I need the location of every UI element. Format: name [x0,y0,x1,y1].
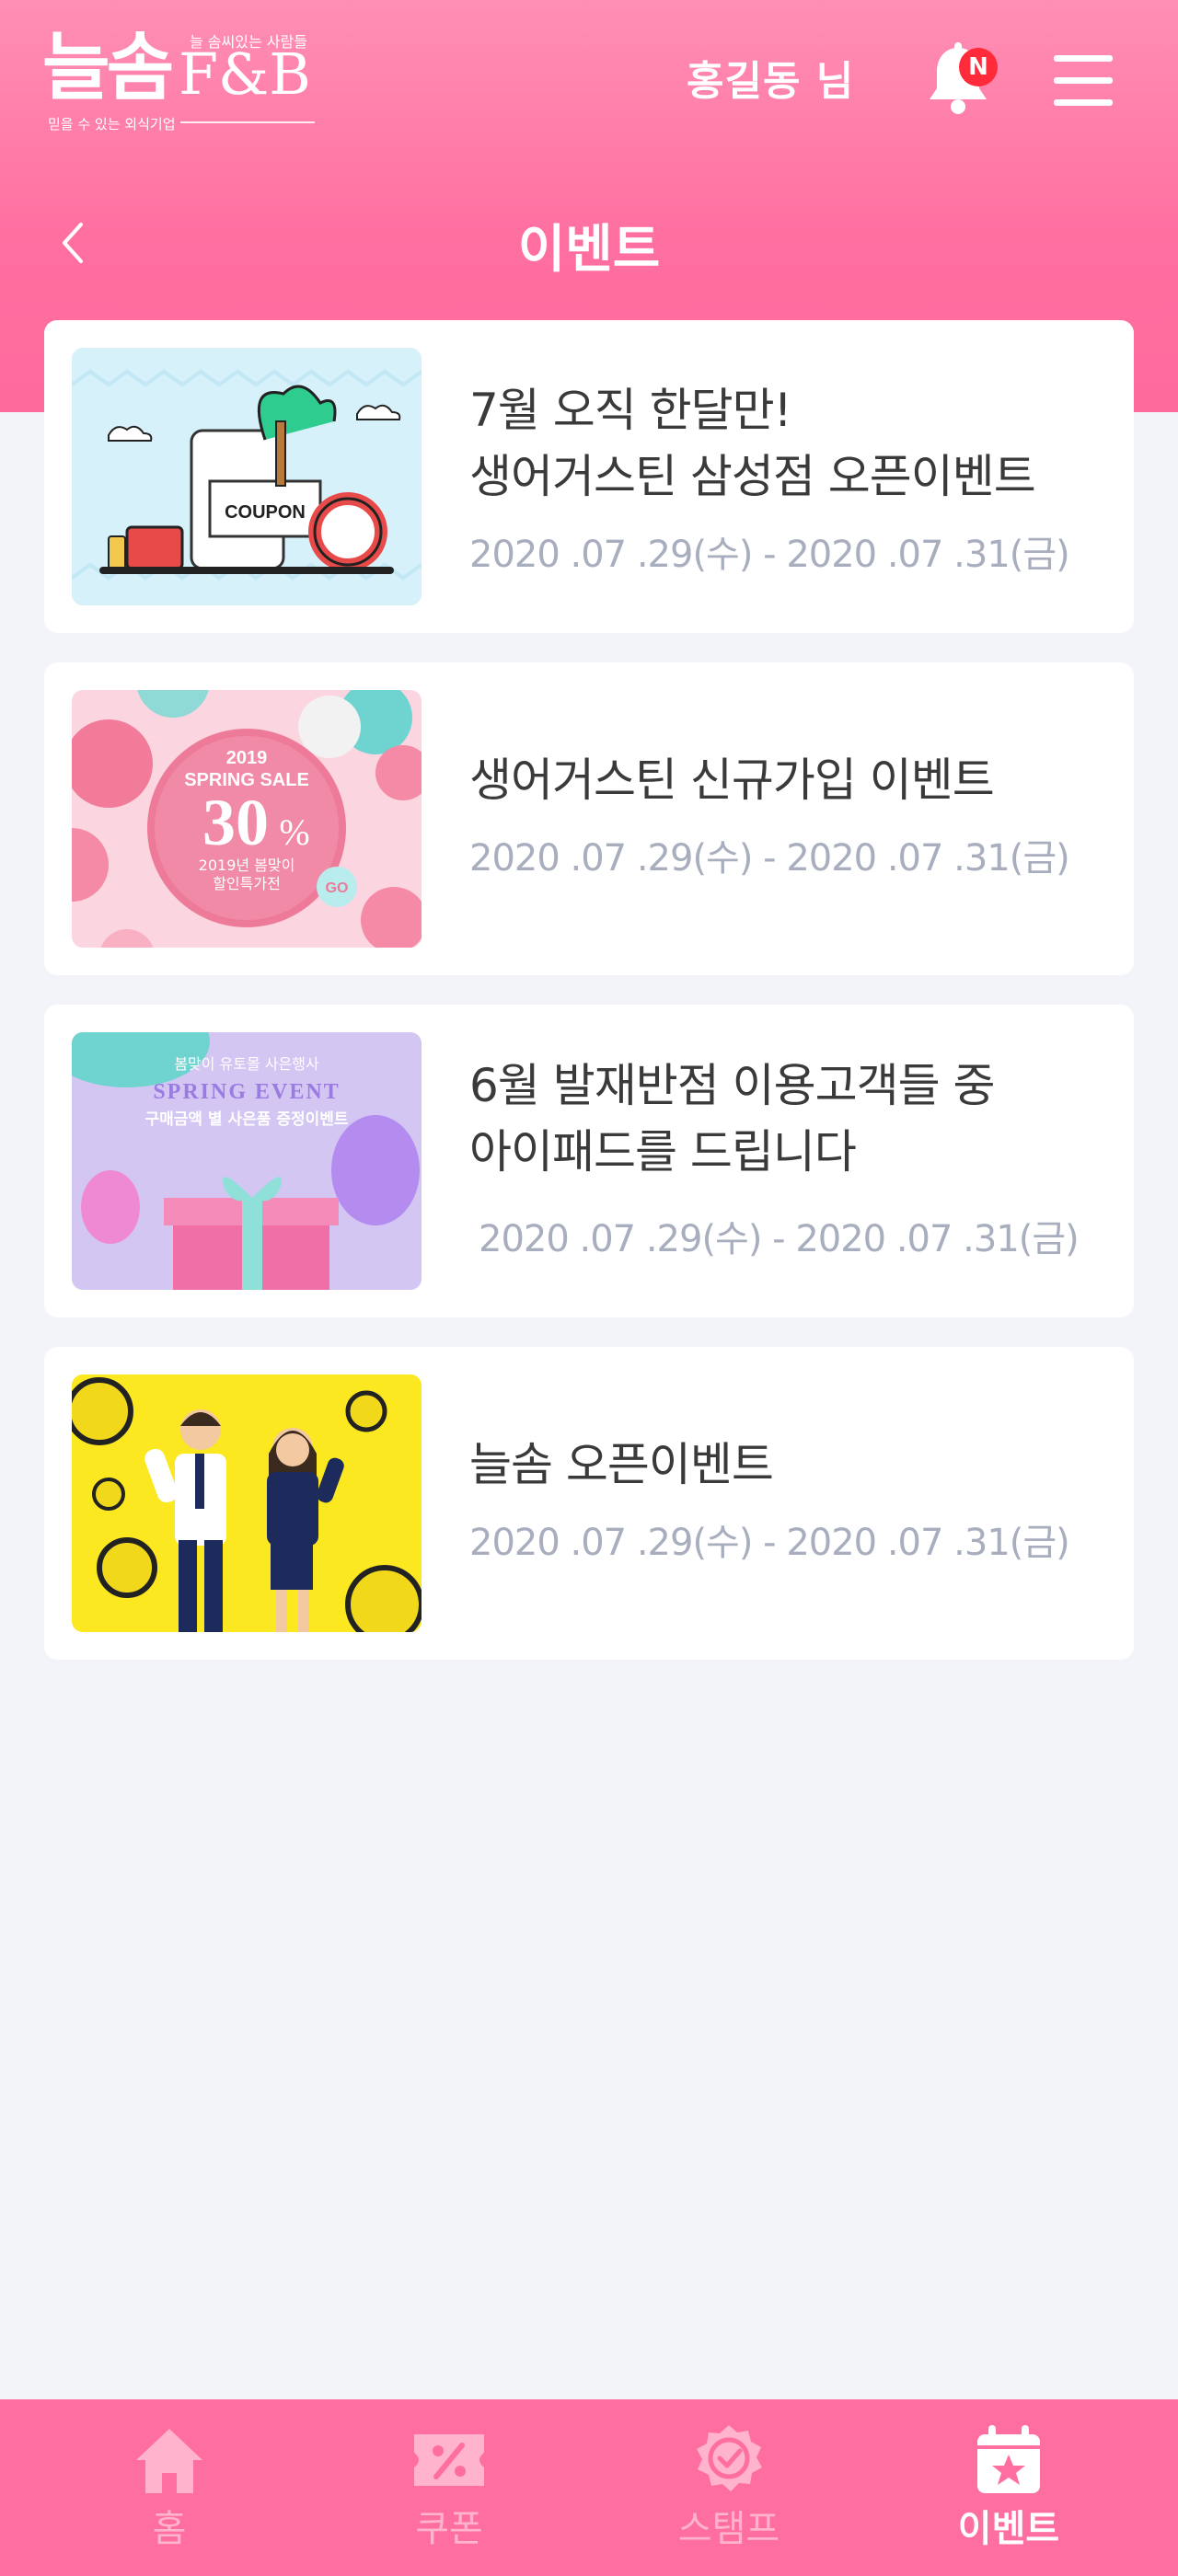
page-title: 이벤트 [517,220,661,280]
logo-subtitle: 믿을 수 있는 외식기업 [48,116,176,132]
tab-event[interactable]: 이벤트 [871,2399,1147,2576]
event-date: 2020 .07 .29(수) - 2020 .07 .31(금) [479,1218,1080,1260]
event-title-line: 아이패드를 드립니다 [469,1125,857,1179]
event-title-line: 6월 발재반점 이용고객들 중 [469,1059,995,1112]
spring-event-sub: 구매금액 별 사은품 증정이벤트 [144,1110,348,1129]
event-thumbnail-spring-event: 봄맞이 유토몰 사은행사 SPRING EVENT 구매금액 별 사은품 증정이… [72,1032,422,1290]
calendar-star-icon [972,2423,1045,2497]
sale-percent: 30 [202,786,269,859]
event-thumbnail-spring-sale: 2019 SPRING SALE 30 % 2019년 봄맞이 할인특가전 GO [72,690,422,948]
spring-event-top: 봄맞이 유토몰 사은행사 [174,1055,319,1073]
tab-coupon[interactable]: 쿠폰 [311,2399,587,2576]
event-card[interactable]: 2019 SPRING SALE 30 % 2019년 봄맞이 할인특가전 GO… [44,662,1134,975]
sale-line1: 2019년 봄맞이 [199,857,295,874]
coupon-text: COUPON [225,502,306,523]
event-title-line: 생어거스틴 신규가입 이벤트 [469,753,995,807]
back-arrow-icon[interactable] [53,213,99,272]
bottom-tab-bar: 홈 쿠폰 스탬프 이벤트 [0,2399,1178,2576]
sale-go: GO [326,880,349,896]
event-card[interactable]: 늘솜 오픈이벤트 2020 .07 .29(수) - 2020 .07 .31(… [44,1347,1134,1660]
tab-stamp[interactable]: 스탬프 [591,2399,867,2576]
coupon-icon [412,2423,486,2497]
event-card[interactable]: 봄맞이 유토몰 사은행사 SPRING EVENT 구매금액 별 사은품 증정이… [44,1005,1134,1317]
tab-home[interactable]: 홈 [31,2399,307,2576]
logo-wordmark: 늘솜 [42,25,174,110]
event-title-line: 생어거스틴 삼성점 오픈이벤트 [469,450,1036,503]
tab-label: 쿠폰 [415,2508,483,2550]
sale-line2: 할인특가전 [213,875,281,892]
event-date: 2020 .07 .29(수) - 2020 .07 .31(금) [469,534,1070,576]
stamp-icon [692,2423,766,2497]
user-greeting: 홍길동 님 [687,58,855,105]
logo-tagline: 늘 솜씨있는 사람들 [190,33,307,51]
tab-label: 이벤트 [957,2508,1060,2550]
sale-percent-sign: % [279,811,309,853]
event-thumbnail-open-event [72,1374,422,1632]
hamburger-menu-icon[interactable] [1054,53,1118,109]
brand-logo[interactable]: 늘솜 F&B 늘 솜씨있는 사람들 믿을 수 있는 외식기업 [42,25,315,136]
sale-year: 2019 [226,748,268,768]
event-date: 2020 .07 .29(수) - 2020 .07 .31(금) [469,837,1070,880]
home-icon [133,2423,206,2497]
logo-fb-text: F&B [179,40,311,108]
notification-badge: N [959,48,998,86]
event-card[interactable]: COUPON 7월 오직 한달만! 생어거스틴 삼성점 오픈이벤트 2020 .… [44,320,1134,633]
spring-event-heading: SPRING EVENT [153,1080,340,1104]
event-title-line: 7월 오직 한달만! [469,384,792,437]
tab-label: 스탬프 [677,2508,780,2550]
logo-divider [180,121,315,123]
event-title-line: 늘솜 오픈이벤트 [469,1438,774,1491]
event-thumbnail-coupon: COUPON [72,348,422,605]
event-date: 2020 .07 .29(수) - 2020 .07 .31(금) [469,1522,1070,1564]
tab-label: 홈 [152,2508,187,2550]
top-bar: 늘솜 F&B 늘 솜씨있는 사람들 믿을 수 있는 외식기업 홍길동 님 N 이… [0,0,1178,280]
